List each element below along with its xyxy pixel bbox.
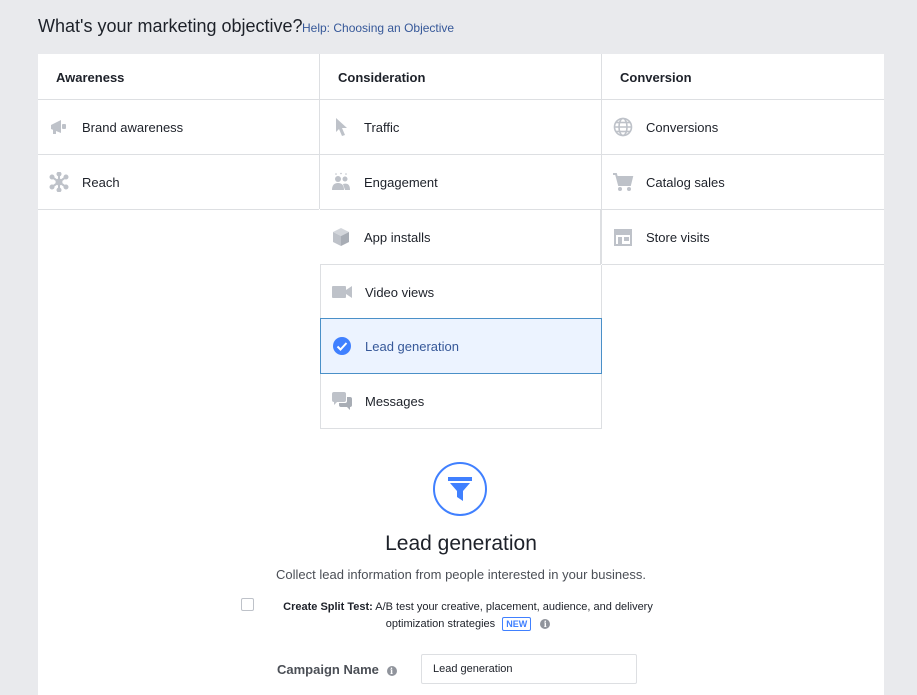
column-header-consideration: Consideration [320, 54, 602, 100]
column-header-awareness: Awareness [38, 54, 320, 100]
option-brand-awareness[interactable]: Brand awareness [38, 100, 319, 155]
split-test-label: Create Split Test: [283, 601, 373, 613]
cube-icon [330, 226, 352, 248]
checkmark-icon [331, 335, 353, 357]
help-link[interactable]: Help: Choosing an Objective [302, 21, 454, 35]
chat-bubbles-icon [331, 390, 353, 412]
store-icon [612, 226, 634, 248]
globe-icon [612, 116, 634, 138]
option-app-installs[interactable]: App installs [320, 210, 601, 265]
page-title: What's your marketing objective? [38, 16, 303, 36]
option-conversions[interactable]: Conversions [602, 100, 884, 155]
campaign-name-input[interactable] [421, 654, 637, 684]
option-traffic[interactable]: Traffic [320, 100, 601, 155]
objective-panel: Awareness Consideration Conversion Brand… [38, 54, 884, 695]
option-store-visits[interactable]: Store visits [602, 210, 884, 265]
option-engagement[interactable]: Engagement [320, 155, 601, 210]
option-label: Reach [82, 174, 120, 190]
option-label: App installs [364, 229, 431, 245]
split-test-text: Create Split Test: A/B test your creativ… [268, 599, 668, 633]
split-test-checkbox[interactable] [241, 598, 254, 611]
option-label: Catalog sales [646, 174, 725, 190]
option-video-views[interactable]: Video views [320, 265, 602, 320]
objective-description: Collect lead information from people int… [276, 567, 646, 582]
option-catalog-sales[interactable]: Catalog sales [602, 155, 884, 210]
people-icon [330, 171, 352, 193]
objective-title: Lead generation [385, 532, 537, 555]
campaign-name-label: Campaign Name i [277, 662, 397, 677]
cursor-icon [330, 116, 352, 138]
megaphone-icon [48, 116, 70, 138]
video-camera-icon [331, 281, 353, 303]
column-header-conversion: Conversion [602, 54, 884, 100]
info-icon[interactable]: i [386, 665, 397, 676]
new-badge: NEW [502, 617, 532, 632]
split-test-description: A/B test your creative, placement, audie… [375, 601, 653, 613]
cart-icon [612, 171, 634, 193]
option-label: Lead generation [365, 338, 459, 354]
funnel-icon [433, 462, 487, 516]
option-label: Messages [365, 393, 425, 409]
option-label: Video views [365, 284, 435, 300]
option-reach[interactable]: Reach [38, 155, 319, 210]
option-label: Brand awareness [82, 119, 184, 135]
option-label: Store visits [646, 229, 710, 245]
split-test-description-2: optimization strategies [385, 618, 496, 630]
option-lead-generation[interactable]: Lead generation [320, 318, 602, 374]
option-label: Traffic [364, 119, 400, 135]
option-label: Engagement [364, 174, 438, 190]
info-icon[interactable]: i [540, 619, 551, 630]
reach-icon [48, 171, 70, 193]
campaign-name-label-text: Campaign Name [277, 662, 379, 677]
option-label: Conversions [646, 119, 719, 135]
option-messages[interactable]: Messages [320, 374, 602, 429]
